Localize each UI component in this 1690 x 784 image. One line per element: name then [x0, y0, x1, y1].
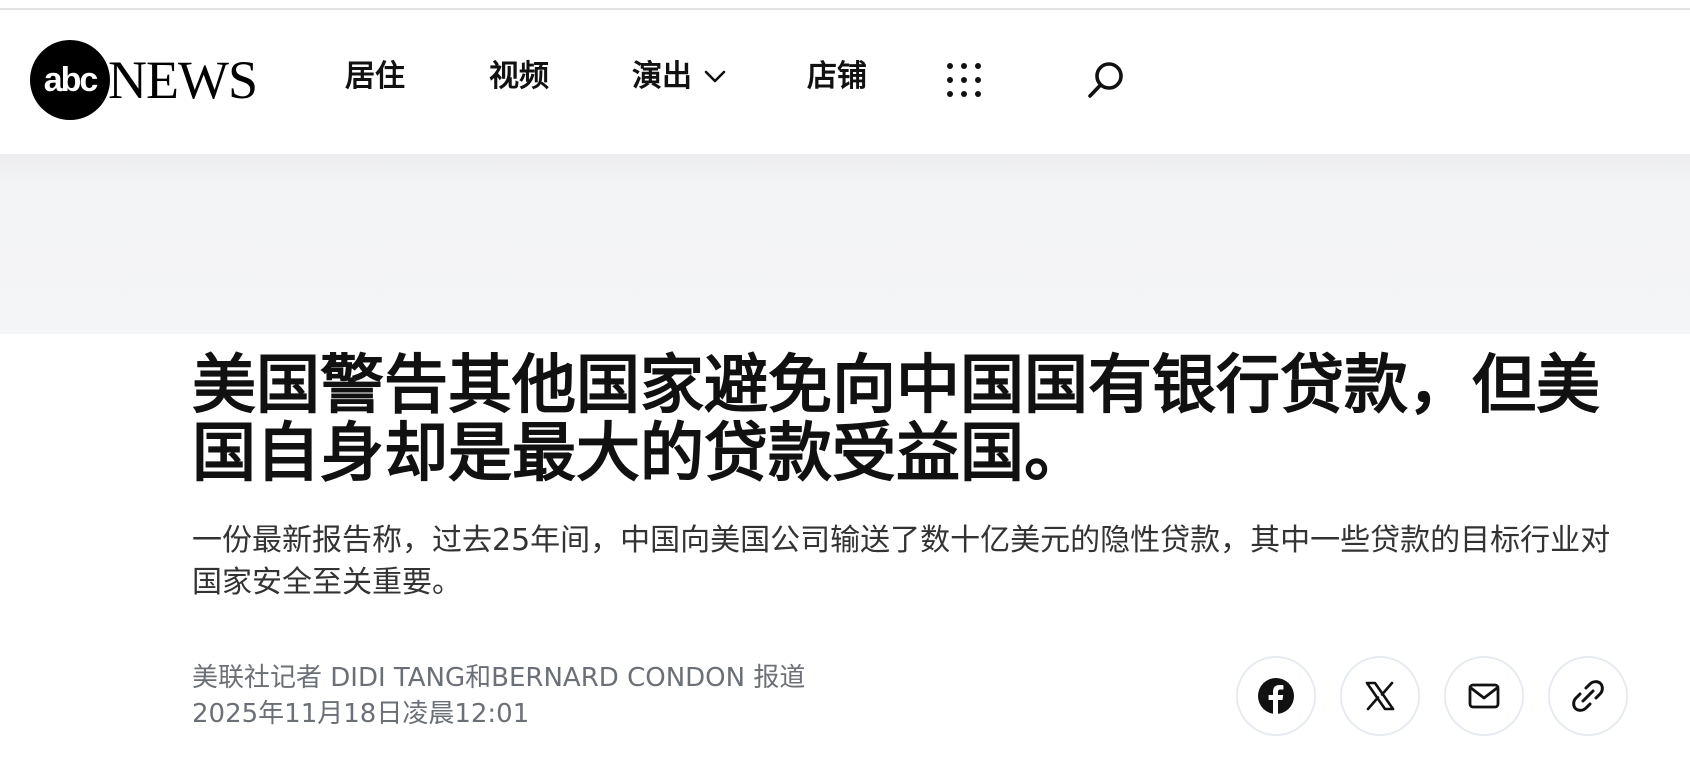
chevron-down-icon: [704, 70, 726, 84]
article-headline: 美国警告其他国家避免向中国国有银行贷款，但美国自身却是最大的贷款受益国。: [192, 349, 1600, 491]
site-header: abc NEWS 居住 视频 演出 店铺: [0, 12, 1690, 154]
ad-placeholder: [0, 154, 1690, 334]
facebook-icon: [1258, 678, 1294, 714]
grid-dots-icon: [947, 63, 981, 97]
nav-item-shop[interactable]: 店铺: [807, 62, 867, 92]
link-icon: [1572, 680, 1604, 712]
nav-item-label: 视频: [489, 59, 549, 94]
top-border: [0, 0, 1690, 10]
article-subhead: 一份最新报告称，过去25年间，中国向美国公司输送了数十亿美元的隐性贷款，其中一些…: [192, 523, 1611, 600]
news-logo-text: NEWS: [108, 50, 258, 110]
nav-item-shows[interactable]: 演出: [632, 62, 726, 92]
search-icon: [1088, 62, 1123, 98]
nav-item-label: 演出: [632, 59, 692, 94]
share-email-button[interactable]: [1444, 656, 1524, 736]
nav-item-label: 店铺: [807, 59, 867, 94]
abc-news-logo[interactable]: abc NEWS: [30, 40, 258, 120]
abc-logo-mark: abc: [30, 40, 110, 120]
more-menu-button[interactable]: [946, 62, 982, 98]
search-button[interactable]: [1086, 60, 1126, 100]
share-facebook-button[interactable]: [1236, 656, 1316, 736]
nav-item-home[interactable]: 居住: [345, 62, 405, 92]
article-byline: 美联社记者 DIDI TANG和BERNARD CONDON 报道: [192, 663, 806, 693]
x-icon: [1365, 681, 1395, 711]
article-date: 2025年11月18日凌晨12:01: [192, 699, 530, 729]
copy-link-button[interactable]: [1548, 656, 1628, 736]
nav-item-label: 居住: [345, 59, 405, 94]
email-icon: [1468, 683, 1500, 709]
share-x-button[interactable]: [1340, 656, 1420, 736]
nav-item-video[interactable]: 视频: [489, 62, 549, 92]
